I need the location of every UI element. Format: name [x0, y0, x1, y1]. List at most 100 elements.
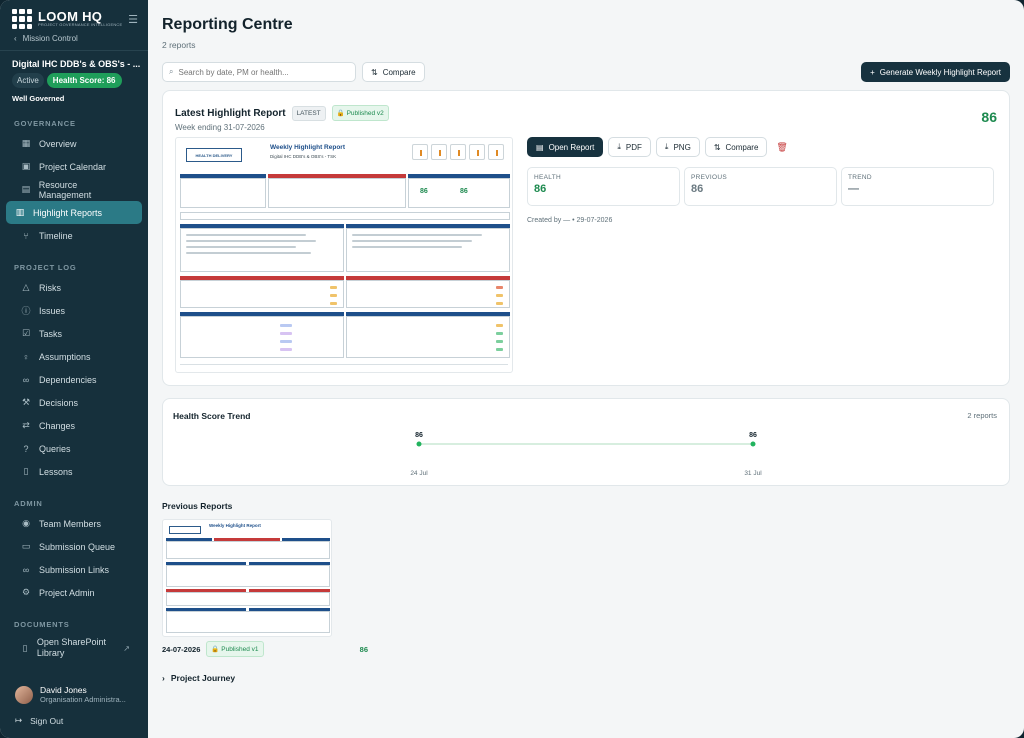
- calendar-grid-icon: ▤: [21, 184, 31, 194]
- nav-project-admin[interactable]: ⚙ Project Admin: [6, 581, 142, 604]
- png-button[interactable]: ⤓ PNG: [655, 137, 700, 157]
- page-title: Reporting Centre: [162, 16, 293, 33]
- user-name: David Jones: [40, 685, 87, 695]
- sidebar: LOOM HQ PROJECT GOVERNANCE INTELLIGENCE …: [0, 0, 148, 738]
- chevron-right-icon: ›: [162, 673, 165, 683]
- thumb-gauges: [412, 144, 504, 160]
- health-score-trend-card: Health Score Trend 2 reports 86 24 Jul 86 3…: [162, 398, 1010, 486]
- delete-icon[interactable]: 🗑: [772, 137, 791, 157]
- previous-report-meta: 24-07-2026 🔒 Published v1 86: [162, 641, 368, 657]
- previous-report-date: 24-07-2026: [162, 644, 201, 654]
- trend-x-tick-label: 31 Jul: [744, 470, 762, 477]
- generate-report-button[interactable]: + Generate Weekly Highlight Report: [861, 62, 1010, 82]
- thumb-subtitle: Digital IHC DDB's & OBS's - TSK: [270, 154, 337, 159]
- user-role: Organisation Administra...: [40, 695, 126, 704]
- search-input[interactable]: [178, 67, 349, 77]
- compare-icon: ⇅: [371, 67, 378, 77]
- nav-resource-management[interactable]: ▤ Resource Management: [6, 178, 142, 201]
- gavel-icon: ⚒: [21, 397, 31, 407]
- previous-report-score: 86: [359, 644, 368, 654]
- section-label-governance: GOVERNANCE: [14, 119, 76, 128]
- section-label-project-log: PROJECT LOG: [14, 263, 77, 272]
- nav-project-calendar[interactable]: ▣ Project Calendar: [6, 155, 142, 178]
- latest-report-card: Latest Highlight Report LATEST 🔒 Publish…: [162, 90, 1010, 386]
- toolbar: ⌕ ⇅ Compare + Generate Weekly Highlight …: [162, 62, 1010, 82]
- nav-lessons[interactable]: ▯ Lessons: [6, 460, 142, 483]
- user-profile[interactable]: David Jones Organisation Administra...: [0, 685, 148, 704]
- created-by: Created by — • 29-07-2026: [527, 217, 613, 224]
- link-icon: ∞: [22, 564, 30, 575]
- back-label: Mission Control: [22, 34, 78, 43]
- report-thumbnail[interactable]: HEALTH DELIVERY Weekly Highlight Report …: [175, 137, 513, 373]
- published-tag: 🔒 Published v2: [331, 105, 389, 121]
- book-icon: ▯: [23, 466, 29, 476]
- sign-out-button[interactable]: ↦ Sign Out: [15, 715, 63, 726]
- project-journey-toggle[interactable]: › Project Journey: [162, 673, 1010, 683]
- nav-assumptions[interactable]: ♀ Assumptions: [6, 345, 142, 368]
- status-badge: Active: [12, 73, 44, 88]
- metric-previous: PREVIOUS 86: [684, 167, 837, 206]
- inbox-icon: ▭: [21, 541, 31, 551]
- section-label-documents: DOCUMENTS: [14, 620, 70, 629]
- previous-report-thumbnail[interactable]: Weekly Highlight Report: [162, 519, 332, 637]
- nav-open-sharepoint-library[interactable]: ▯ Open SharePoint Library ↗: [6, 633, 142, 663]
- checkbox-icon: ☑: [21, 328, 31, 338]
- nav-team-members[interactable]: ◉ Team Members: [6, 512, 142, 535]
- grid-icon: ▦: [21, 138, 31, 148]
- brand-name: LOOM HQ: [38, 9, 103, 24]
- warning-icon: △: [22, 282, 30, 292]
- avatar: [15, 685, 33, 704]
- compare-report-button[interactable]: ⇅ Compare: [704, 137, 768, 157]
- trend-point[interactable]: [416, 441, 422, 447]
- report-icon: ▥: [15, 207, 25, 217]
- nav-queries[interactable]: ? Queries: [6, 437, 142, 460]
- nav-issues[interactable]: ⓘ Issues: [6, 299, 142, 322]
- search-box[interactable]: ⌕: [162, 62, 356, 82]
- gear-icon: ⚙: [21, 587, 31, 597]
- plus-icon: +: [870, 67, 875, 77]
- brand: LOOM HQ PROJECT GOVERNANCE INTELLIGENCE …: [0, 0, 148, 30]
- chevron-left-icon: ‹: [14, 34, 17, 43]
- thumb-logo: HEALTH DELIVERY: [186, 148, 242, 162]
- pdf-button[interactable]: ⤓ PDF: [608, 137, 651, 157]
- help-circle-icon: ?: [23, 443, 29, 454]
- open-report-button[interactable]: ▤ Open Report: [527, 137, 604, 157]
- nav-timeline[interactable]: ⑂ Timeline: [6, 224, 142, 247]
- search-icon: ⌕: [169, 67, 174, 76]
- nav-dependencies[interactable]: ∞ Dependencies: [6, 368, 142, 391]
- week-ending: Week ending 31-07-2026: [175, 123, 265, 132]
- previous-published-tag: 🔒 Published v1: [206, 641, 264, 657]
- trend-data-label: 86: [415, 432, 423, 439]
- latest-score: 86: [981, 109, 997, 125]
- brand-subtitle: PROJECT GOVERNANCE INTELLIGENCE: [38, 22, 123, 27]
- thumb-left-score: 86: [420, 188, 428, 195]
- link-icon: ∞: [22, 374, 30, 385]
- back-to-mission-control[interactable]: ‹ Mission Control: [0, 30, 148, 44]
- nav-submission-queue[interactable]: ▭ Submission Queue: [6, 535, 142, 558]
- app-window: LOOM HQ PROJECT GOVERNANCE INTELLIGENCE …: [0, 0, 1024, 738]
- thumb-title: Weekly Highlight Report: [270, 144, 345, 151]
- lightbulb-icon: ♀: [22, 351, 30, 362]
- calendar-icon: ▣: [21, 161, 31, 171]
- trend-chart: 86 24 Jul 86 31 Jul: [410, 432, 762, 477]
- document-icon: ▤: [536, 142, 544, 152]
- download-icon: ⤓: [617, 142, 621, 151]
- nav-highlight-reports[interactable]: ▥ Highlight Reports: [6, 201, 142, 224]
- trend-point[interactable]: [750, 441, 756, 447]
- swap-icon: ⇄: [22, 420, 30, 430]
- section-label-admin: ADMIN: [14, 499, 43, 508]
- report-metrics: HEALTH 86 PREVIOUS 86 TREND —: [527, 167, 994, 206]
- nav-changes[interactable]: ⇄ Changes: [6, 414, 142, 437]
- metric-trend: TREND —: [841, 167, 994, 206]
- compare-button[interactable]: ⇅ Compare: [362, 62, 425, 82]
- project-title: Digital IHC DDB's & OBS's - ...: [12, 59, 141, 69]
- download-icon: ⤓: [664, 142, 669, 151]
- latest-report-title: Latest Highlight Report: [175, 107, 286, 119]
- book-icon: ▯: [22, 642, 28, 653]
- nav-risks[interactable]: △ Risks: [6, 276, 142, 299]
- nav-submission-links[interactable]: ∞ Submission Links: [6, 558, 142, 581]
- nav-overview[interactable]: ▦ Overview: [6, 132, 142, 155]
- menu-icon[interactable]: ☰: [128, 13, 138, 26]
- nav-tasks[interactable]: ☑ Tasks: [6, 322, 142, 345]
- nav-decisions[interactable]: ⚒ Decisions: [6, 391, 142, 414]
